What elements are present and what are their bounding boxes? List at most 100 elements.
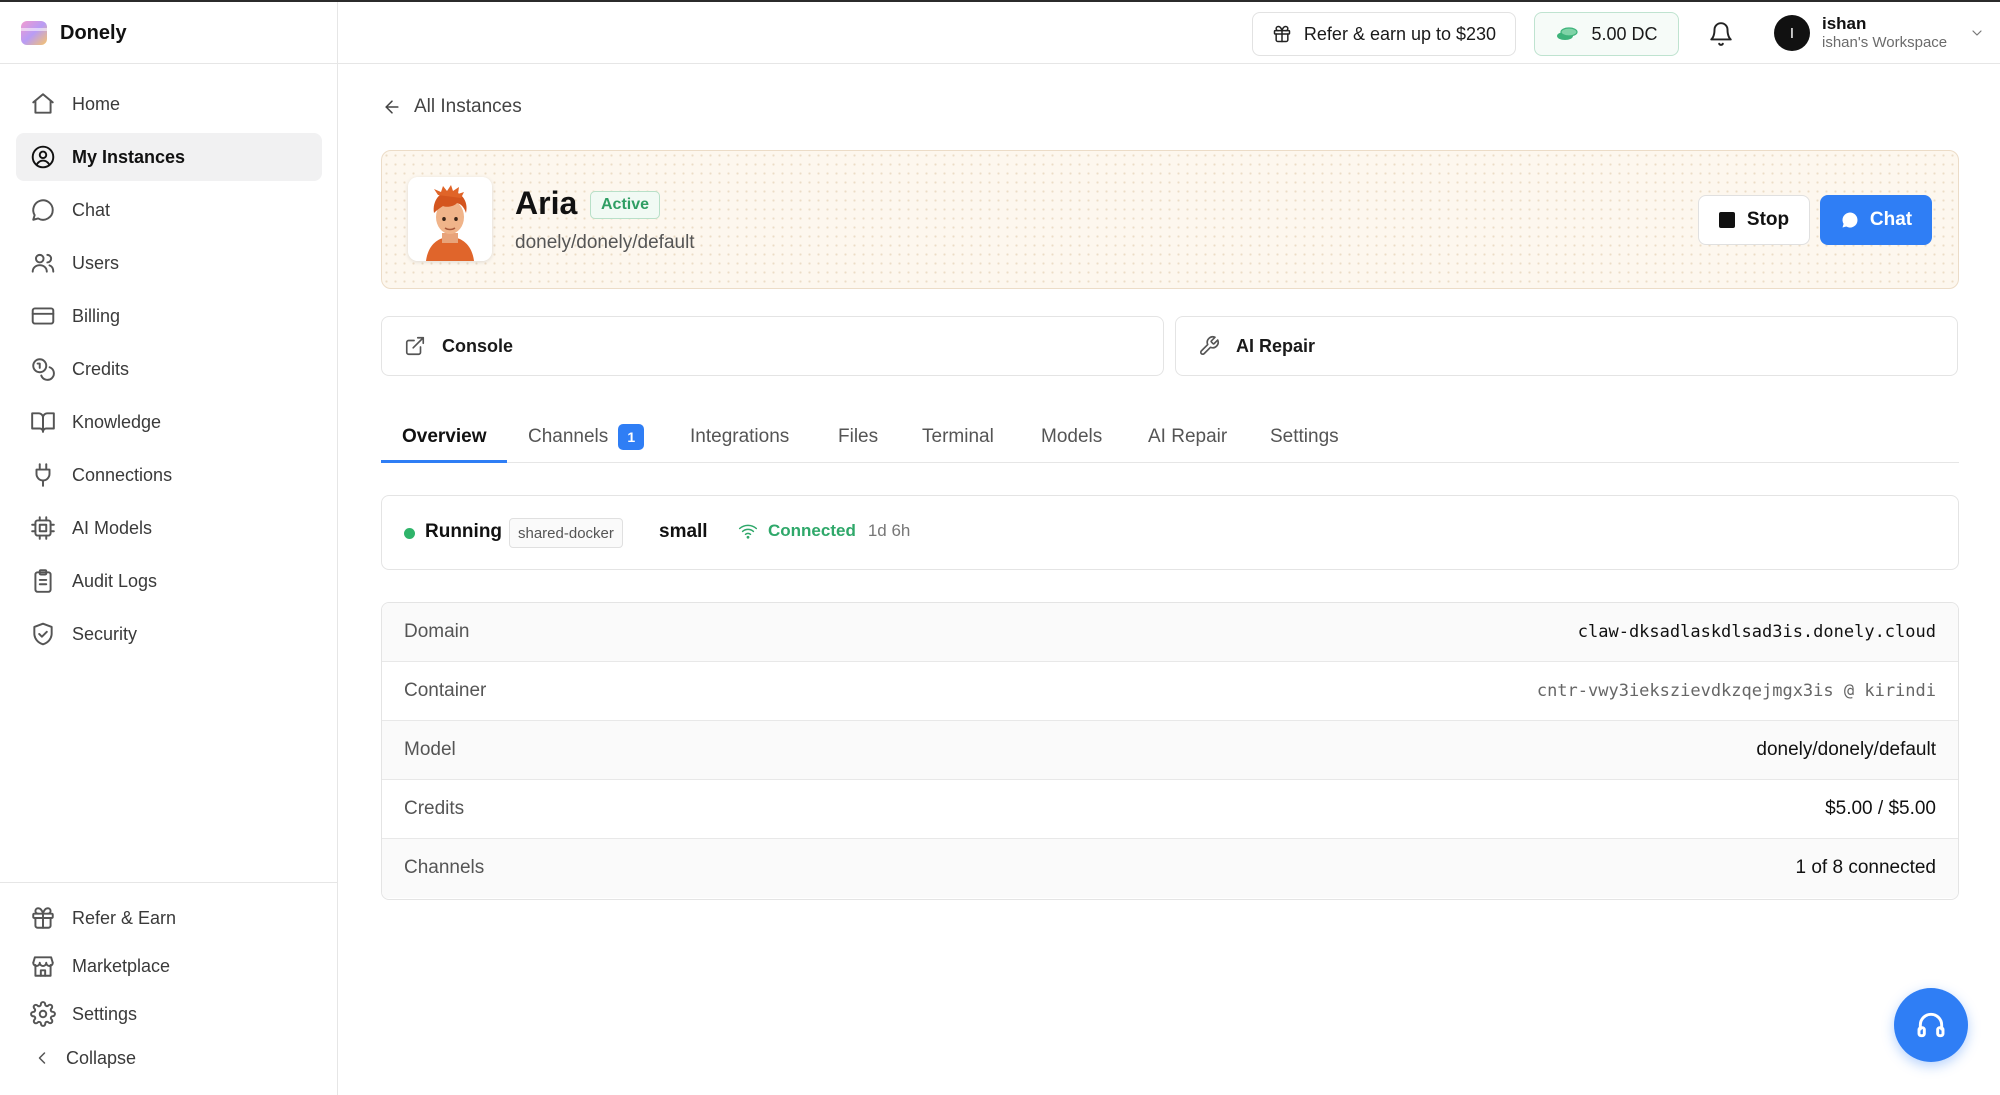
tab-label: Settings — [1270, 425, 1339, 447]
connection-label: Connected — [768, 521, 856, 540]
credits-balance-button[interactable]: 5.00 DC — [1534, 12, 1679, 56]
detail-row-credits: Credits $5.00 / $5.00 — [382, 780, 1958, 839]
tab-settings[interactable]: Settings — [1270, 410, 1339, 463]
sidebar: Home My Instances Chat Users Billing Cre… — [0, 64, 338, 1095]
tab-label: Terminal — [922, 425, 994, 447]
brand-name: Donely — [60, 21, 127, 44]
tab-label: Integrations — [690, 425, 790, 447]
tab-label: Channels — [528, 425, 609, 447]
tab-files[interactable]: Files — [838, 410, 878, 463]
sidebar-item-knowledge[interactable]: Knowledge — [16, 398, 322, 446]
sidebar-divider — [337, 2, 338, 66]
sidebar-item-label: Collapse — [66, 1047, 137, 1068]
sidebar-item-marketplace[interactable]: Marketplace — [16, 942, 322, 990]
detail-label: Domain — [404, 621, 470, 642]
ai-repair-button[interactable]: AI Repair — [1175, 316, 1958, 376]
tab-ai-repair[interactable]: AI Repair — [1148, 410, 1227, 463]
credits-balance-label: 5.00 DC — [1591, 23, 1658, 44]
detail-label: Credits — [404, 798, 465, 819]
detail-row-model: Model donely/donely/default — [382, 721, 1958, 780]
sidebar-item-credits[interactable]: Credits — [16, 345, 322, 393]
store-icon — [30, 953, 56, 979]
instance-details-table: Domain claw-dksadlaskdlsad3is.donely.clo… — [381, 602, 1959, 900]
detail-row-container: Container cntr-vwy3iekszievdkzqejmgx3is … — [382, 662, 1958, 721]
tab-channels[interactable]: Channels 1 — [528, 410, 645, 463]
tab-integrations[interactable]: Integrations — [690, 410, 789, 463]
sidebar-collapse-button[interactable]: Collapse — [16, 1034, 322, 1082]
detail-row-channels: Channels 1 of 8 connected — [382, 839, 1958, 898]
back-link-label: All Instances — [414, 96, 522, 117]
chevron-down-icon — [1969, 25, 1985, 41]
user-menu[interactable]: I ishan ishan's Workspace — [1774, 14, 1985, 52]
domain-value[interactable]: claw-dksadlaskdlsad3is.donely.cloud — [1578, 622, 1936, 642]
sidebar-item-label: Audit Logs — [72, 570, 158, 591]
bell-icon[interactable] — [1708, 21, 1734, 47]
sidebar-item-label: Settings — [72, 1003, 138, 1024]
detail-row-domain: Domain claw-dksadlaskdlsad3is.donely.clo… — [382, 603, 1958, 662]
tab-models[interactable]: Models — [1041, 410, 1102, 463]
refer-earn-label: Refer & earn up to $230 — [1303, 23, 1497, 44]
chat-button[interactable]: Chat — [1820, 195, 1932, 245]
brand[interactable]: Donely — [20, 20, 127, 46]
stop-button[interactable]: Stop — [1698, 195, 1810, 245]
running-status: Running — [425, 521, 503, 542]
credit-card-icon — [30, 303, 56, 329]
console-button[interactable]: Console — [381, 316, 1164, 376]
sidebar-item-audit-logs[interactable]: Audit Logs — [16, 557, 322, 605]
sidebar-item-label: Users — [72, 252, 120, 273]
refer-earn-button[interactable]: Refer & earn up to $230 — [1252, 12, 1516, 56]
channels-count-badge: 1 — [618, 423, 645, 450]
tab-label: Overview — [402, 425, 487, 447]
sidebar-item-billing[interactable]: Billing — [16, 292, 322, 340]
sidebar-item-users[interactable]: Users — [16, 239, 322, 287]
wrench-icon — [1198, 335, 1220, 357]
cpu-icon — [30, 515, 56, 541]
sidebar-item-security[interactable]: Security — [16, 610, 322, 658]
sidebar-item-ai-models[interactable]: AI Models — [16, 504, 322, 552]
instance-tabs: Overview Channels 1 Integrations Files T… — [381, 410, 1959, 463]
tab-overview[interactable]: Overview — [402, 410, 487, 463]
gift-icon — [30, 905, 56, 931]
sidebar-item-label: Billing — [72, 305, 121, 326]
connection-status: Connected 1d 6h — [738, 521, 910, 541]
chat-button-label: Chat — [1869, 209, 1913, 230]
stop-icon — [1718, 212, 1735, 228]
clipboard-icon — [30, 568, 56, 594]
container-value: cntr-vwy3iekszievdkzqejmgx3is @ kirindi — [1536, 681, 1936, 701]
chat-bubble-icon — [1840, 210, 1860, 230]
back-to-instances-link[interactable]: All Instances — [382, 96, 522, 118]
sidebar-item-label: Home — [72, 93, 121, 114]
tab-terminal[interactable]: Terminal — [922, 410, 994, 463]
coins-icon — [30, 356, 56, 382]
sidebar-item-label: Refer & Earn — [72, 907, 177, 928]
support-chat-button[interactable] — [1894, 988, 1968, 1062]
user-info: ishan ishan's Workspace — [1822, 14, 1947, 52]
sidebar-item-refer-earn[interactable]: Refer & Earn — [16, 894, 322, 942]
tab-label: Files — [838, 425, 879, 447]
instance-model-path: donely/donely/default — [515, 232, 695, 253]
sidebar-item-label: Knowledge — [72, 411, 162, 432]
channels-value: 1 of 8 connected — [1795, 857, 1937, 878]
sidebar-item-settings[interactable]: Settings — [16, 990, 322, 1038]
uptime-label: 1d 6h — [867, 521, 911, 540]
sidebar-item-home[interactable]: Home — [16, 80, 322, 128]
user-circle-icon — [30, 144, 56, 170]
detail-label: Model — [404, 739, 456, 760]
sidebar-item-my-instances[interactable]: My Instances — [16, 133, 322, 181]
gear-icon — [30, 1001, 56, 1027]
sidebar-item-label: Marketplace — [72, 955, 171, 976]
sidebar-item-chat[interactable]: Chat — [16, 186, 322, 234]
credits-value: $5.00 / $5.00 — [1825, 798, 1936, 819]
sidebar-item-label: AI Models — [72, 517, 153, 538]
chat-bubble-icon — [30, 197, 56, 223]
sidebar-item-connections[interactable]: Connections — [16, 451, 322, 499]
users-icon — [30, 250, 56, 276]
instance-avatar — [408, 177, 492, 261]
instance-header-card: Aria Active donely/donely/default Stop C… — [381, 150, 1959, 289]
runtime-pill: shared-docker — [509, 518, 623, 548]
user-name: ishan — [1822, 14, 1867, 33]
instance-name: Aria — [515, 185, 578, 221]
sidebar-item-label: Security — [72, 623, 138, 644]
donely-logo-icon — [20, 20, 48, 46]
ai-repair-label: AI Repair — [1236, 335, 1316, 356]
